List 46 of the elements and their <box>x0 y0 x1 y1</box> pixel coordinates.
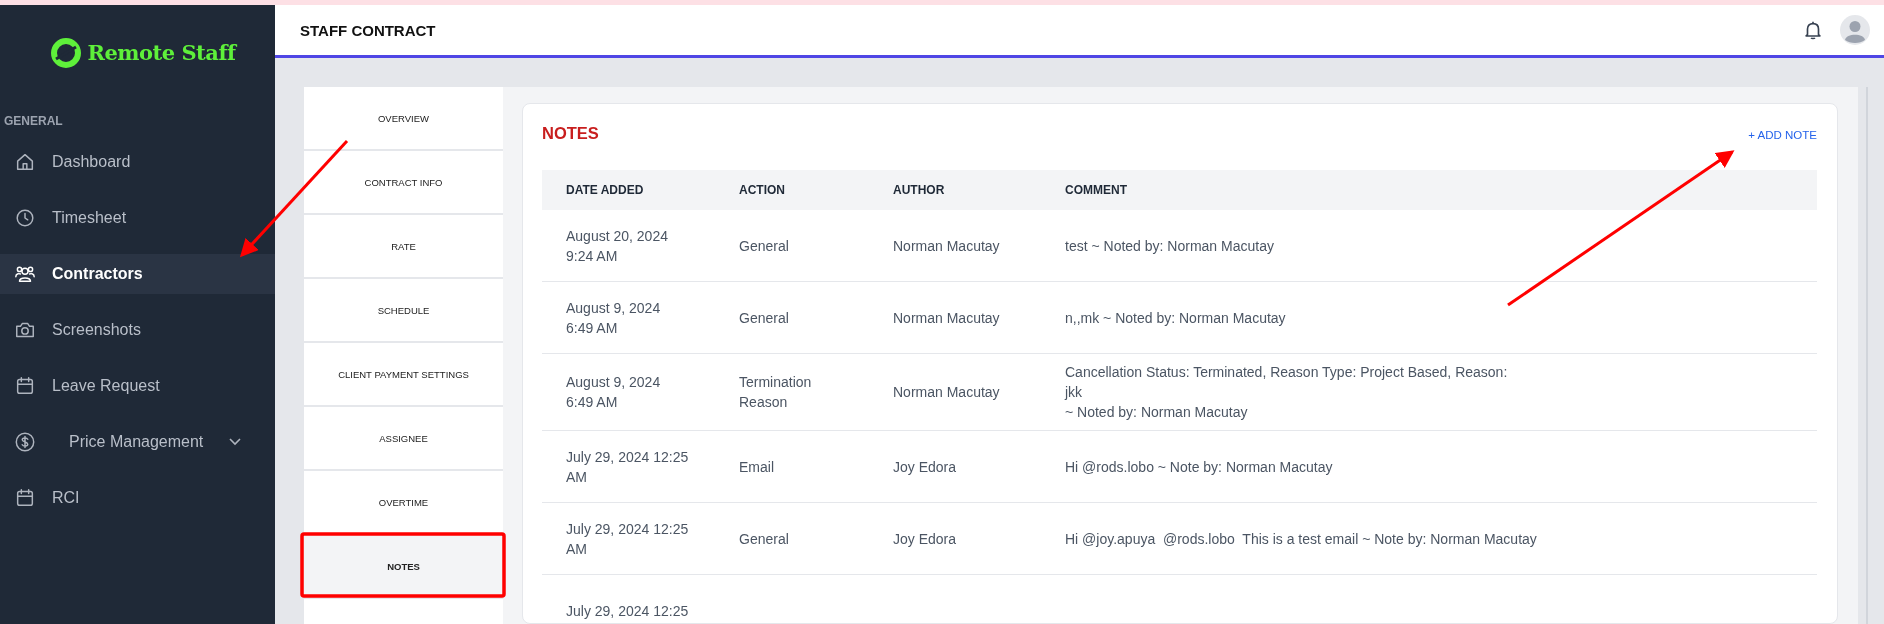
table-cell-text: Cancellation Status: Terminated, Reason Type: Project Based, Reason: jkk ~ Noted by: Norman Macutay <box>1065 363 1509 422</box>
table-cell-text: test ~ Noted by: Norman Macutay <box>1065 236 1275 256</box>
calendar-icon <box>14 375 36 397</box>
nav-item[interactable]: Dashboard <box>0 142 275 182</box>
table-cell-text: Norman Macutay <box>893 383 1001 402</box>
add-note-link[interactable]: + ADD NOTE <box>1748 125 1817 141</box>
dollar-icon <box>14 431 36 453</box>
nav-item[interactable]: Screenshots <box>0 310 275 350</box>
table-cell-text: Norman Macutay <box>893 308 1001 328</box>
logo-text: Remote Staff <box>87 40 236 65</box>
table-cell-text: Hi @joy.apuya @rods.lobo This is a test email ~ Note by: Norman Macutay <box>1065 529 1538 549</box>
section-title: NOTES <box>542 123 599 143</box>
column-header: ACTION <box>739 183 786 197</box>
nav-item[interactable]: Price Management <box>0 422 275 462</box>
nav-item[interactable]: Contractors <box>0 254 275 294</box>
home-icon <box>14 151 36 173</box>
table-cell-text: General <box>739 236 790 256</box>
table-cell-text: Email <box>739 457 775 477</box>
table-cell-text: Norman Macutay <box>893 236 1001 256</box>
nav-item[interactable]: RCI <box>0 478 275 518</box>
table-cell-text: July 29, 2024 12:25 AM <box>565 447 690 487</box>
section-heading: GENERAL <box>3 113 64 130</box>
table-cell-text: August 9, 2024 6:49 AM <box>565 373 662 412</box>
logo-icon <box>49 36 82 69</box>
clock-icon <box>14 207 36 229</box>
nav-item[interactable]: Timesheet <box>0 198 275 238</box>
avatar-icon[interactable] <box>1840 15 1870 45</box>
table-cell-text: Hi @rods.lobo ~ Note by: Norman Macutay <box>1065 457 1334 477</box>
page-title: STAFF CONTRACT <box>300 21 436 39</box>
table-cell-text: July 29, 2024 12:25 AM <box>565 519 690 559</box>
table-cell-text: Joy Edora <box>893 457 958 477</box>
table-cell-text: August 9, 2024 6:49 AM <box>565 298 662 338</box>
nav-item[interactable]: Leave Request <box>0 366 275 406</box>
table-cell-text: n,,mk ~ Noted by: Norman Macutay <box>1065 308 1287 328</box>
calendar-icon <box>14 487 36 509</box>
table-cell-text: Joy Edora <box>893 529 958 549</box>
table-cell-text: General <box>739 529 790 549</box>
column-header: COMMENT <box>1065 183 1128 197</box>
column-header: DATE ADDED <box>565 183 645 197</box>
tab[interactable]: NOTES <box>304 535 503 599</box>
table-cell-text: Termination Reason <box>739 373 813 412</box>
bell-icon[interactable] <box>1802 19 1824 41</box>
column-header: AUTHOR <box>893 183 946 197</box>
table-cell-text: August 20, 2024 9:24 AM <box>565 226 669 266</box>
table-cell-text: July 29, 2024 12:25 <box>565 601 690 621</box>
table-cell-text: General <box>739 308 790 328</box>
